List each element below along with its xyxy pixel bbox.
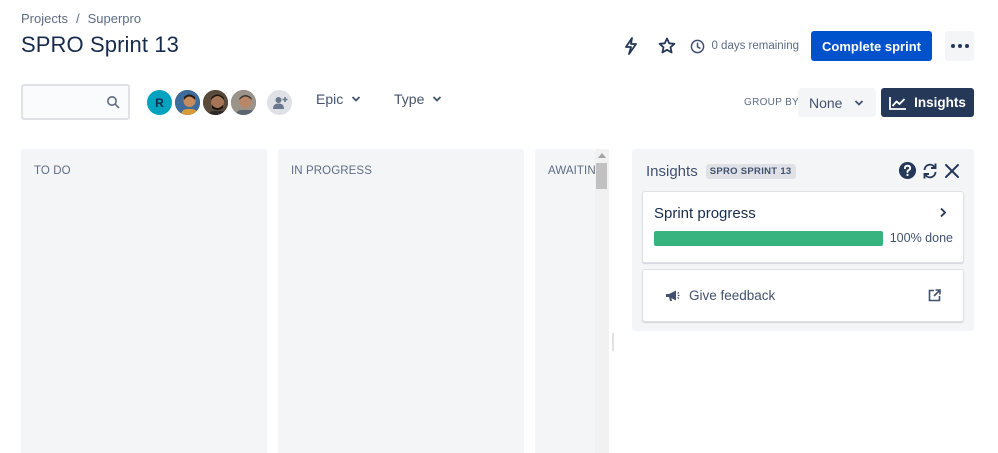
type-filter-label: Type — [394, 91, 425, 107]
person-photo-icon — [231, 90, 256, 115]
megaphone-icon — [666, 290, 680, 301]
group-by-value: None — [809, 94, 843, 111]
insights-panel-header: Insights SPRO SPRINT 13 — [646, 163, 796, 180]
sprint-progress-fill — [654, 231, 883, 246]
breadcrumb-project[interactable]: Superpro — [88, 11, 141, 26]
epic-filter-button[interactable]: Epic — [316, 91, 361, 107]
more-icon-dot — [964, 44, 969, 48]
column-title: TO DO — [34, 165, 71, 177]
page-title: SPRO Sprint 13 — [21, 32, 179, 57]
person-photo-icon — [175, 90, 200, 115]
days-remaining: 0 days remaining — [690, 39, 799, 54]
avatar-initial: R — [155, 95, 164, 110]
lightning-icon — [625, 37, 638, 55]
sprint-badge: SPRO SPRINT 13 — [705, 164, 796, 179]
avatar[interactable] — [229, 88, 258, 117]
epic-filter-label: Epic — [316, 91, 344, 107]
insights-button[interactable]: Insights — [881, 88, 974, 117]
type-filter-button[interactable]: Type — [394, 91, 442, 107]
chevron-right-icon — [940, 207, 947, 218]
give-feedback-card[interactable]: Give feedback — [642, 269, 964, 322]
chevron-down-icon — [433, 96, 442, 102]
star-icon — [659, 37, 676, 54]
insights-button-label: Insights — [914, 95, 966, 110]
give-feedback-label: Give feedback — [689, 288, 776, 303]
header-actions: 0 days remaining Complete sprint — [618, 31, 974, 61]
chart-line-icon — [889, 96, 907, 110]
panel-resize-handle[interactable] — [612, 333, 614, 351]
chevron-down-icon — [855, 99, 864, 106]
more-icon-dot — [957, 44, 962, 48]
complete-sprint-button[interactable]: Complete sprint — [811, 31, 932, 61]
group-by-select[interactable]: None — [798, 88, 876, 117]
chevron-down-icon — [352, 96, 361, 102]
breadcrumb-separator: / — [75, 11, 80, 26]
sprint-progress-label: 100% done — [889, 231, 953, 245]
add-person-icon — [272, 96, 287, 109]
column-title: AWAITIN — [548, 165, 595, 177]
close-icon[interactable] — [943, 162, 961, 180]
sprint-progress-title: Sprint progress — [654, 205, 756, 222]
insights-panel-actions — [898, 161, 961, 180]
help-icon[interactable] — [898, 161, 917, 180]
insights-panel: Insights SPRO SPRINT 13 Sprint progress … — [632, 149, 974, 331]
board-column-in-progress: IN PROGRESS — [278, 149, 524, 453]
star-button[interactable] — [654, 33, 680, 59]
board-scrollbar[interactable] — [595, 149, 609, 453]
board-column-awaiting: AWAITIN — [535, 149, 595, 453]
days-remaining-text: 0 days remaining — [711, 40, 800, 52]
avatar[interactable] — [173, 88, 202, 117]
column-title: IN PROGRESS — [291, 165, 372, 177]
search-input[interactable] — [21, 84, 130, 120]
person-photo-icon — [203, 90, 228, 115]
give-feedback-row: Give feedback — [665, 288, 775, 303]
board-column-todo: TO DO — [21, 149, 267, 453]
automation-button[interactable] — [618, 33, 644, 59]
sprint-progress-card[interactable]: Sprint progress 100% done — [642, 191, 964, 263]
clock-icon — [691, 39, 705, 53]
scroll-thumb[interactable] — [596, 163, 607, 189]
breadcrumb: Projects / Superpro — [21, 11, 141, 26]
assignee-filter: R — [145, 88, 294, 117]
refresh-icon[interactable] — [921, 162, 939, 180]
search-icon — [107, 96, 120, 109]
avatar[interactable]: R — [145, 88, 174, 117]
avatar[interactable] — [201, 88, 230, 117]
insights-panel-title: Insights — [646, 163, 698, 180]
sprint-progress-bar — [654, 231, 883, 246]
scroll-up-arrow[interactable] — [598, 153, 606, 158]
add-people-button[interactable] — [265, 88, 294, 117]
more-actions-button[interactable] — [945, 31, 974, 61]
more-icon — [950, 44, 955, 48]
breadcrumb-projects[interactable]: Projects — [21, 11, 68, 26]
group-by-label: GROUP BY — [744, 97, 800, 108]
external-link-icon — [928, 289, 941, 302]
